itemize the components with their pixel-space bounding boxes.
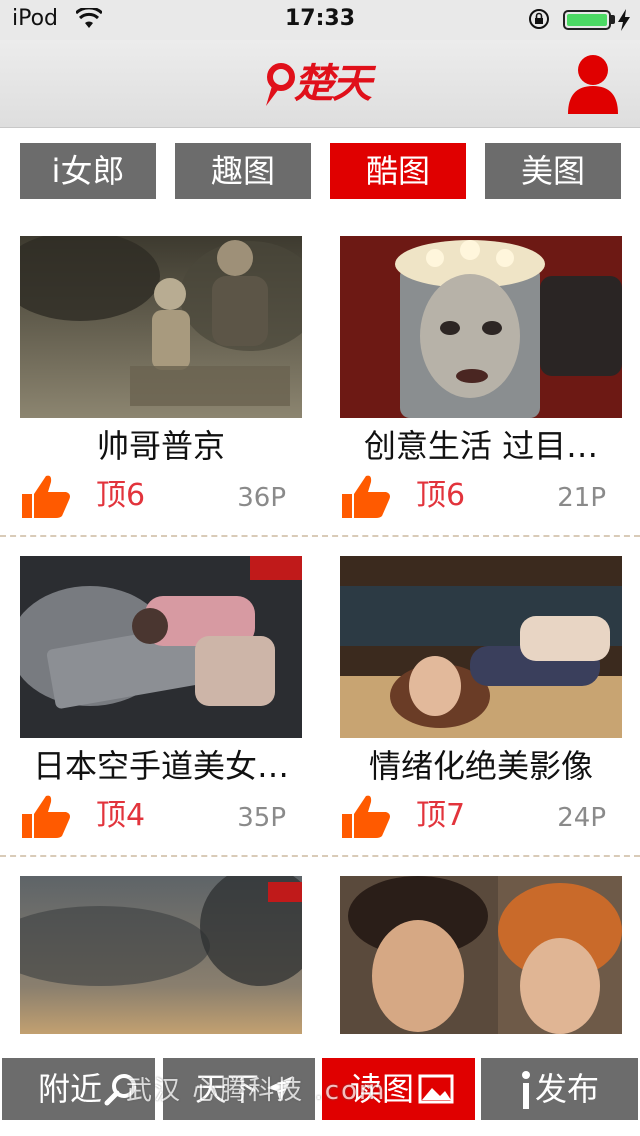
thumbs-up-icon[interactable] <box>340 792 392 840</box>
thumbs-up-icon[interactable] <box>20 792 72 840</box>
thumbnail-image[interactable] <box>340 556 622 738</box>
gallery-card[interactable]: 帅哥普京 顶6 36P <box>20 236 302 526</box>
thumbs-up-icon[interactable] <box>20 472 72 520</box>
tab-meitu[interactable]: 美图 <box>485 143 621 199</box>
battery-icon <box>563 10 611 30</box>
card-title: 创意生活 过目… <box>363 427 599 465</box>
tab-qutu[interactable]: 趣图 <box>175 143 311 199</box>
charging-bolt-icon <box>618 9 630 31</box>
like-count: 顶7 <box>416 798 466 833</box>
photo-count: 35P <box>237 803 286 833</box>
battery-tip <box>611 15 615 24</box>
bottom-tab-bar: 附近 天下 读图 发布 <box>0 1056 640 1136</box>
thumbnail-image[interactable] <box>20 236 302 418</box>
row-divider <box>0 855 640 857</box>
photo-count: 36P <box>237 483 286 513</box>
like-count: 顶6 <box>96 478 146 513</box>
card-title: 情绪化绝美影像 <box>368 747 593 785</box>
tab-inulang[interactable]: i女郎 <box>20 143 156 199</box>
rotation-lock-icon <box>529 9 549 29</box>
logo-text: 楚天 <box>294 60 372 107</box>
bottom-tab-nearby[interactable]: 附近 <box>2 1058 155 1120</box>
card-title: 帅哥普京 <box>96 427 225 465</box>
bottom-tab-world[interactable]: 天下 <box>163 1058 315 1120</box>
bottom-tab-label: 发布 <box>535 1070 600 1108</box>
thumbs-up-icon[interactable] <box>340 472 392 520</box>
status-bar: iPod 17:33 <box>0 0 640 40</box>
thumbnail-image[interactable] <box>20 876 302 1034</box>
bottom-tab-label: 读图 <box>350 1070 415 1108</box>
like-count: 顶6 <box>416 478 466 513</box>
plane-icon <box>267 1076 293 1102</box>
bottom-tab-publish[interactable]: 发布 <box>481 1058 638 1120</box>
thumbnail-image[interactable] <box>20 556 302 738</box>
gallery-card[interactable]: 日本空手道美女… 顶4 35P <box>20 556 302 846</box>
photo-count: 21P <box>557 483 606 513</box>
tab-kutu[interactable]: 酷图 <box>330 143 466 199</box>
bottom-tab-label: 天下 <box>195 1070 260 1108</box>
gallery-card[interactable]: 情绪化绝美影像 顶7 24P <box>340 556 622 846</box>
row-divider <box>0 535 640 537</box>
thumbnail-image[interactable] <box>340 876 622 1034</box>
app-logo: 楚天 <box>264 56 376 112</box>
location-pin-icon <box>266 63 295 106</box>
like-count: 顶4 <box>96 798 146 833</box>
bottom-tab-label: 附近 <box>38 1070 103 1108</box>
gallery-card[interactable]: 创意生活 过目… 顶6 21P <box>340 236 622 526</box>
info-icon <box>522 1071 530 1109</box>
user-profile-icon[interactable] <box>566 54 620 114</box>
thumbnail-image[interactable] <box>340 236 622 418</box>
card-title: 日本空手道美女… <box>32 747 289 785</box>
bottom-tab-read-images[interactable]: 读图 <box>322 1058 475 1120</box>
image-icon <box>418 1074 454 1104</box>
category-tabs: i女郎 趣图 酷图 美图 <box>0 143 640 201</box>
search-icon <box>104 1074 136 1106</box>
photo-count: 24P <box>557 803 606 833</box>
